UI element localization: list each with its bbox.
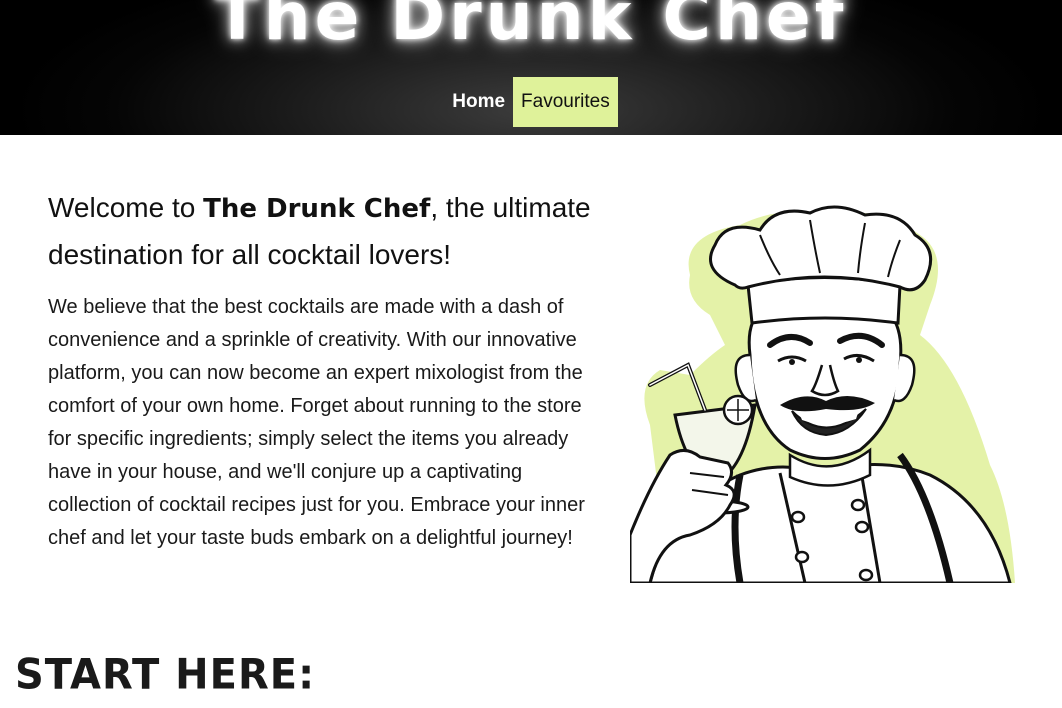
- intro-heading-prefix: Welcome to: [48, 192, 204, 223]
- site-header: The Drunk Chef Home Favourites: [0, 0, 1062, 135]
- chef-with-cocktail-image: [630, 205, 1015, 583]
- intro-paragraph: We believe that the best cocktails are m…: [48, 296, 585, 549]
- intro-section: Welcome to The Drunk Chef, the ultimate …: [48, 185, 608, 555]
- chef-illustration: [630, 205, 1015, 583]
- main-nav: Home Favourites: [0, 77, 1062, 127]
- nav-favourites-link[interactable]: Favourites: [513, 77, 618, 127]
- intro-heading: Welcome to The Drunk Chef, the ultimate …: [48, 185, 608, 277]
- site-title[interactable]: The Drunk Chef: [0, 0, 1062, 55]
- nav-home-link[interactable]: Home: [444, 77, 513, 127]
- intro-heading-brand: The Drunk Chef: [203, 194, 431, 224]
- start-here-heading: START HERE:: [15, 650, 316, 700]
